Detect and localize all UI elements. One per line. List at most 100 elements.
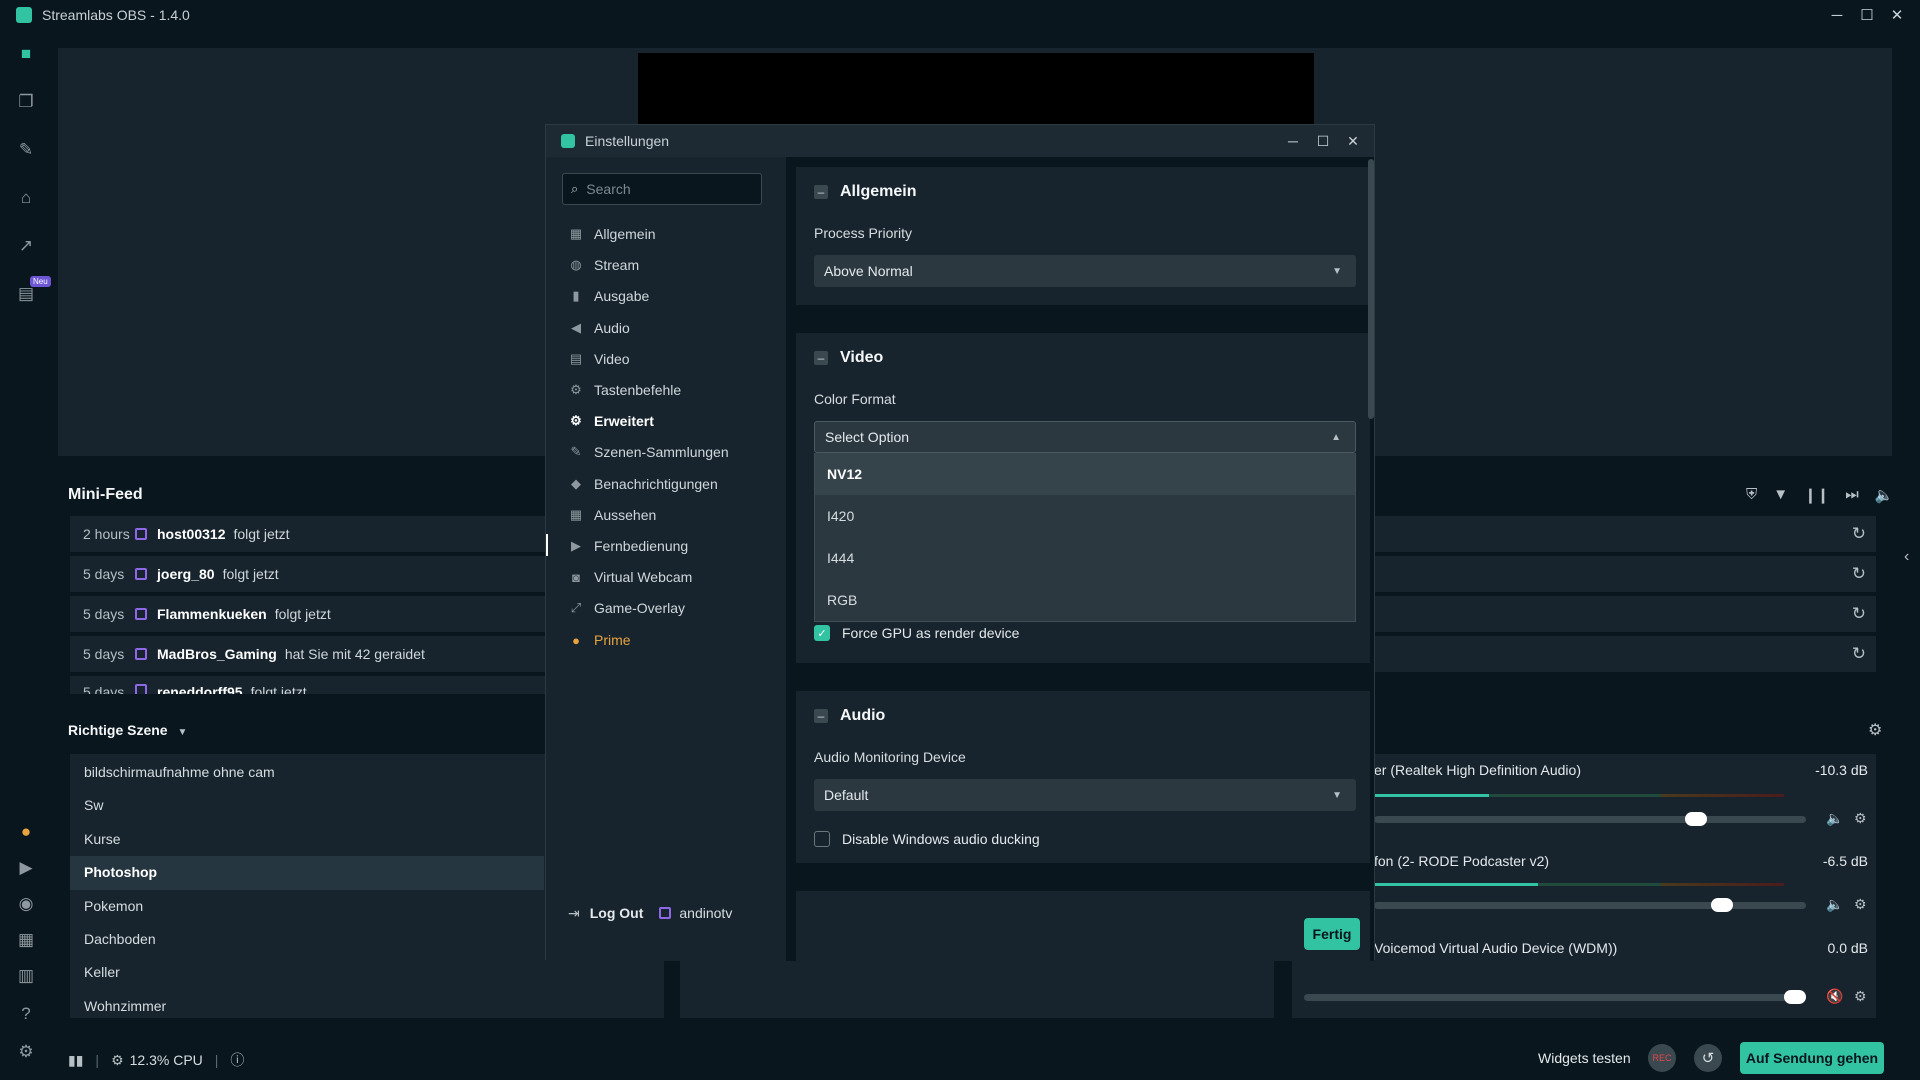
refresh-icon[interactable]: ↻ xyxy=(1852,604,1866,624)
settings-maximize-icon[interactable]: ☐ xyxy=(1308,125,1338,157)
settings-nav-item[interactable]: ● Prime xyxy=(568,629,631,651)
maximize-icon[interactable]: ☐ xyxy=(1852,0,1882,30)
themes-icon[interactable]: ❐ xyxy=(16,92,36,112)
monitoring-device-select[interactable]: Default ▼ xyxy=(814,779,1356,811)
color-format-option[interactable]: I444 xyxy=(815,537,1355,579)
settings-nav-item[interactable]: ▦ Aussehen xyxy=(568,504,656,526)
grid-icon: ▦ xyxy=(569,226,583,241)
feed-user[interactable]: MadBros_Gaming xyxy=(157,646,277,662)
force-gpu-checkbox[interactable]: ✓ Force GPU as render device xyxy=(814,625,1019,641)
feed-user[interactable]: Flammenkueken xyxy=(157,606,267,622)
rec-button[interactable]: REC xyxy=(1648,1044,1676,1072)
section-title: Allgemein xyxy=(840,183,917,200)
divider: | xyxy=(214,1052,219,1068)
mixer-settings-icon[interactable]: ⚙ xyxy=(1868,720,1882,740)
settings-nav-item[interactable]: ⚙ Erweitert xyxy=(568,410,654,432)
store-icon[interactable]: ⌂ xyxy=(16,188,36,208)
scene-item[interactable]: Photoshop xyxy=(84,864,157,880)
color-format-option[interactable]: RGB xyxy=(815,579,1355,621)
columns-icon[interactable]: ▥ xyxy=(16,966,36,986)
settings-nav-item[interactable]: ⚙ Tastenbefehle xyxy=(568,379,681,401)
settings-close-icon[interactable]: ✕ xyxy=(1338,125,1368,157)
refresh-icon[interactable]: ↻ xyxy=(1852,524,1866,544)
volume-slider-knob[interactable] xyxy=(1711,898,1733,912)
go-live-button[interactable]: Auf Sendung gehen xyxy=(1740,1042,1884,1074)
close-icon[interactable]: ✕ xyxy=(1882,0,1912,30)
refresh-icon[interactable]: ↻ xyxy=(1852,644,1866,664)
chat-icon[interactable]: ◉ xyxy=(16,894,36,914)
caret-down-icon: ▼ xyxy=(1332,265,1342,277)
settings-nav-item[interactable]: ▤ Video xyxy=(568,348,630,370)
skip-icon[interactable]: ⏭ xyxy=(1845,486,1859,504)
speaker-icon[interactable]: 🔈 xyxy=(1826,810,1843,827)
prime-icon[interactable]: ● xyxy=(16,822,36,842)
collapse-chevron-icon[interactable]: ‹ xyxy=(1904,548,1909,566)
highlighter-icon[interactable]: ▤ xyxy=(16,284,36,304)
scene-item[interactable]: Keller xyxy=(84,964,120,980)
done-button[interactable]: Fertig xyxy=(1304,918,1360,950)
volume-icon[interactable]: 🔈 xyxy=(1875,486,1894,504)
volume-slider-knob[interactable] xyxy=(1784,990,1806,1004)
info-icon[interactable]: ⓘ xyxy=(230,1050,244,1070)
color-format-option[interactable]: NV12 xyxy=(815,453,1355,495)
volume-slider[interactable] xyxy=(1374,902,1806,909)
settings-nav-item[interactable]: ◀ Audio xyxy=(568,317,630,339)
settings-search-input[interactable] xyxy=(586,181,747,197)
sources-panel xyxy=(680,954,1274,1018)
disable-ducking-checkbox[interactable]: Disable Windows audio ducking xyxy=(814,831,1040,847)
color-format-option[interactable]: I420 xyxy=(815,495,1355,537)
feed-action: folgt jetzt xyxy=(250,684,307,694)
stats-chart-icon[interactable]: ▮▮ xyxy=(68,1052,83,1069)
scene-item[interactable]: Wohnzimmer xyxy=(84,998,166,1014)
speaker-icon[interactable]: 🔈 xyxy=(1826,896,1843,913)
settings-nav-item[interactable]: ◆ Benachrichtigungen xyxy=(568,473,718,495)
process-priority-select[interactable]: Above Normal ▼ xyxy=(814,255,1356,287)
volume-slider-knob[interactable] xyxy=(1685,812,1707,826)
source-settings-icon[interactable]: ⚙ xyxy=(1854,988,1867,1005)
scene-item[interactable]: bildschirmaufnahme ohne cam xyxy=(84,764,275,780)
replay-buffer-icon[interactable]: ↺ xyxy=(1694,1044,1722,1072)
mixer-source-name: er (Realtek High Definition Audio) xyxy=(1374,762,1581,778)
logout-button[interactable]: Log Out xyxy=(590,905,644,921)
feed-user[interactable]: host00312 xyxy=(157,526,225,542)
scene-item[interactable]: Kurse xyxy=(84,831,121,847)
source-settings-icon[interactable]: ⚙ xyxy=(1854,810,1867,827)
source-settings-icon[interactable]: ⚙ xyxy=(1854,896,1867,913)
settings-minimize-icon[interactable]: ─ xyxy=(1278,125,1308,157)
settings-search[interactable]: ⌕ xyxy=(562,173,762,205)
pause-icon[interactable]: ❙❙ xyxy=(1804,486,1829,504)
settings-nav-item[interactable]: ▶ Fernbedienung xyxy=(568,535,688,557)
refresh-icon[interactable]: ↻ xyxy=(1852,564,1866,584)
studio-camera-icon[interactable]: ■ xyxy=(16,44,36,64)
filter-icon[interactable]: ▼ xyxy=(1773,486,1788,504)
scene-item[interactable]: Dachboden xyxy=(84,931,156,947)
widgets-test-button[interactable]: Widgets testen xyxy=(1538,1050,1631,1066)
section-video-header[interactable]: – Video xyxy=(814,349,883,367)
help-icon[interactable]: ? xyxy=(16,1004,36,1024)
section-general-header[interactable]: – Allgemein xyxy=(814,183,916,201)
volume-slider[interactable] xyxy=(1374,816,1806,823)
settings-scrollbar[interactable] xyxy=(1368,159,1374,419)
feed-user[interactable]: reneddorff95 xyxy=(157,684,243,694)
section-audio-header[interactable]: – Audio xyxy=(814,707,885,725)
scene-collection-title[interactable]: Richtige Szene ▼ xyxy=(68,722,187,738)
feed-user[interactable]: joerg_80 xyxy=(157,566,215,582)
settings-nav-item[interactable]: ▮ Ausgabe xyxy=(568,285,649,307)
mute-icon[interactable]: 🔇 xyxy=(1826,988,1843,1005)
color-format-select[interactable]: Select Option ▲ xyxy=(814,421,1356,453)
settings-gear-icon[interactable]: ⚙ xyxy=(16,1042,36,1062)
layout-icon[interactable]: ▦ xyxy=(16,930,36,950)
dashboard-chart-icon[interactable]: ↗ xyxy=(16,236,36,256)
settings-nav-item[interactable]: ⤢ Game-Overlay xyxy=(568,597,685,619)
shield-icon[interactable]: ⛨ xyxy=(1746,486,1757,504)
scene-item[interactable]: Sw xyxy=(84,797,103,813)
minimize-icon[interactable]: ─ xyxy=(1822,0,1852,30)
settings-nav-item[interactable]: ◙ Virtual Webcam xyxy=(568,566,692,588)
settings-nav-item[interactable]: ✎ Szenen-Sammlungen xyxy=(568,441,729,463)
scene-item[interactable]: Pokemon xyxy=(84,898,143,914)
editor-icon[interactable]: ✎ xyxy=(16,140,36,160)
settings-nav-item[interactable]: ◍ Stream xyxy=(568,254,639,276)
volume-slider[interactable] xyxy=(1304,994,1806,1001)
settings-nav-item[interactable]: ▦ Allgemein xyxy=(568,223,656,245)
play-icon[interactable]: ▶ xyxy=(16,858,36,878)
